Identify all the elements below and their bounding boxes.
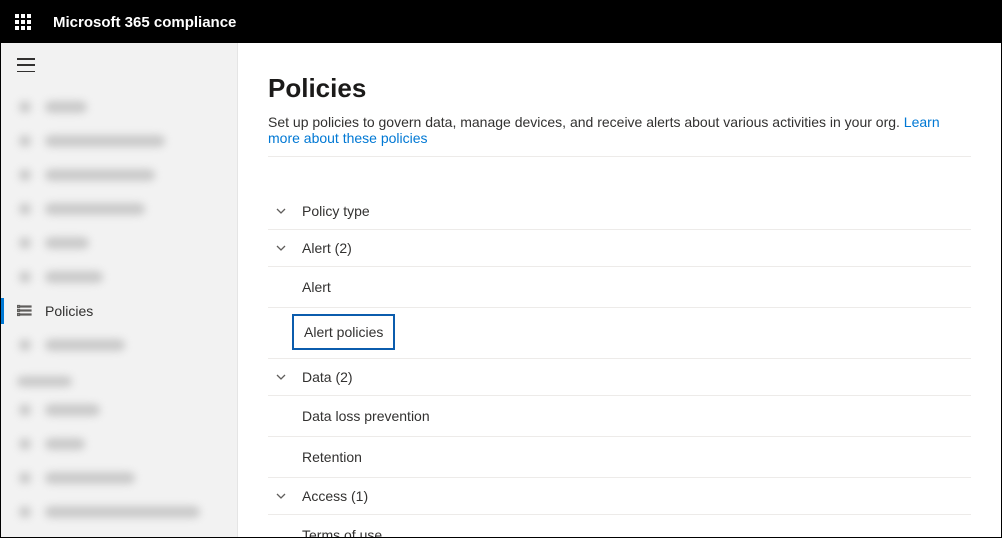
column-header-policy-type[interactable]: Policy type <box>268 193 971 230</box>
nav-item-blurred <box>1 226 237 260</box>
nav-toggle-icon[interactable] <box>17 58 35 72</box>
nav-item-blurred <box>1 393 237 427</box>
chevron-down-icon <box>274 489 288 503</box>
nav-item-blurred <box>1 124 237 158</box>
policy-item-alert-policies[interactable]: Alert policies <box>292 314 395 350</box>
policy-item-retention[interactable]: Retention <box>268 437 971 478</box>
chevron-down-icon <box>274 204 288 218</box>
nav-item-blurred <box>1 90 237 124</box>
nav-item-blurred <box>1 461 237 495</box>
app-title: Microsoft 365 compliance <box>53 14 236 31</box>
policy-item-dlp[interactable]: Data loss prevention <box>268 396 971 437</box>
page-title: Policies <box>268 73 971 104</box>
nav-item-blurred <box>1 328 237 362</box>
main-content: Policies Set up policies to govern data,… <box>238 43 1001 537</box>
nav-item-blurred <box>1 158 237 192</box>
chevron-down-icon <box>274 241 288 255</box>
nav-item-blurred <box>1 495 237 529</box>
nav-item-blurred <box>1 260 237 294</box>
nav-item-label: Policies <box>45 303 93 319</box>
nav-item-policies[interactable]: Policies <box>1 294 237 328</box>
nav-section-header <box>1 362 237 393</box>
policies-icon <box>17 303 33 319</box>
left-nav: Policies <box>1 43 238 537</box>
group-alert[interactable]: Alert (2) <box>268 230 971 267</box>
nav-item-blurred <box>1 427 237 461</box>
policy-item-alert[interactable]: Alert <box>268 267 971 308</box>
chevron-down-icon <box>274 370 288 384</box>
policy-item-terms[interactable]: Terms of use <box>268 515 971 537</box>
page-description: Set up policies to govern data, manage d… <box>268 114 971 157</box>
nav-item-blurred <box>1 192 237 226</box>
app-launcher-icon[interactable] <box>15 14 31 30</box>
group-data[interactable]: Data (2) <box>268 359 971 396</box>
group-access[interactable]: Access (1) <box>268 478 971 515</box>
global-header: Microsoft 365 compliance <box>1 1 1001 43</box>
